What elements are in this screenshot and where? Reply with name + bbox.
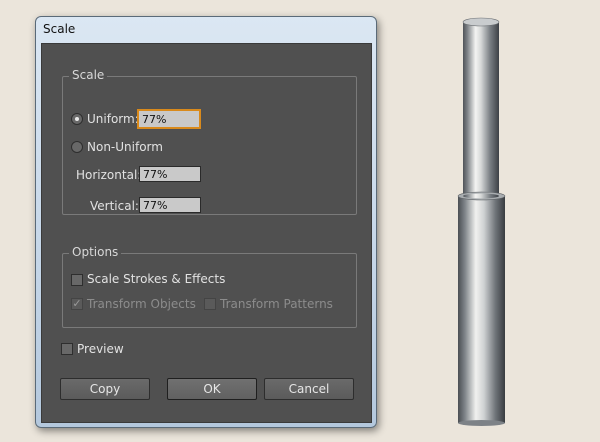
cylinder-bottom-section — [457, 191, 506, 426]
dialog-title: Scale — [43, 22, 76, 36]
transform-patterns-label[interactable]: Transform Patterns — [220, 297, 333, 311]
scale-strokes-label[interactable]: Scale Strokes & Effects — [87, 272, 225, 286]
non-uniform-label[interactable]: Non-Uniform — [87, 140, 163, 154]
vertical-input[interactable] — [139, 197, 201, 213]
horizontal-label: Horizontal: — [76, 168, 142, 182]
transform-patterns-checkbox[interactable] — [204, 298, 216, 310]
dialog-body: Scale Uniform: Non-Uniform Horizontal: V… — [41, 43, 372, 423]
transform-objects-label[interactable]: Transform Objects — [87, 297, 196, 311]
uniform-label[interactable]: Uniform: — [87, 112, 139, 126]
preview-label[interactable]: Preview — [77, 342, 124, 356]
vertical-label: Vertical: — [90, 199, 139, 213]
cancel-button[interactable]: Cancel — [264, 378, 354, 400]
preview-checkbox[interactable] — [61, 343, 73, 355]
ok-button[interactable]: OK — [167, 378, 257, 400]
uniform-radio[interactable] — [71, 113, 83, 125]
copy-button[interactable]: Copy — [60, 378, 150, 400]
title-bar[interactable]: Scale — [36, 17, 376, 43]
transform-objects-checkbox[interactable]: ✓ — [71, 298, 83, 310]
uniform-input[interactable] — [137, 109, 201, 129]
scale-group-legend: Scale — [69, 68, 108, 82]
horizontal-input[interactable] — [139, 166, 201, 182]
scale-strokes-checkbox[interactable] — [71, 274, 83, 286]
options-group: Options — [62, 245, 357, 328]
cylinder-top-section — [462, 17, 500, 197]
non-uniform-radio[interactable] — [71, 141, 83, 153]
scale-dialog: Scale Scale Uniform: Non-Uniform Horizon… — [35, 16, 377, 428]
options-group-legend: Options — [69, 245, 122, 259]
